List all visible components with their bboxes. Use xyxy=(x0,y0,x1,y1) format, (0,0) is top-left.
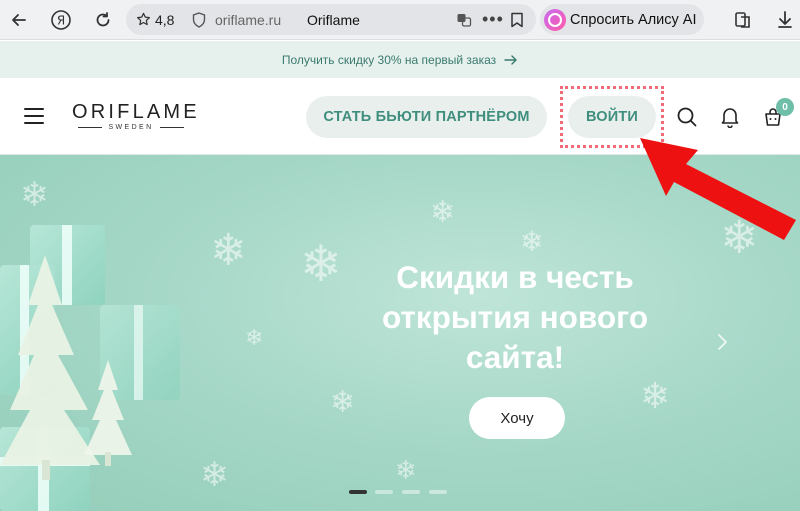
url-text[interactable]: oriflame.ru xyxy=(215,4,281,35)
alice-label: Спросить Алису AI xyxy=(570,11,697,28)
hero-title-line: открытия нового xyxy=(381,299,649,335)
yandex-icon[interactable]: Я xyxy=(47,6,75,34)
more-icon[interactable]: ••• xyxy=(482,4,504,35)
reload-icon[interactable] xyxy=(89,6,117,34)
download-icon[interactable] xyxy=(771,6,799,34)
hero-title-line: Скидки в честь xyxy=(396,259,634,295)
rating-value: 4,8 xyxy=(155,11,175,28)
snowflake-icon: ❄ xyxy=(330,386,356,419)
snowflake-icon: ❄ xyxy=(395,455,417,485)
search-icon[interactable] xyxy=(674,104,700,130)
collections-icon[interactable] xyxy=(729,6,757,34)
carousel-dot[interactable] xyxy=(349,490,367,494)
tab-title: Oriflame xyxy=(307,11,360,28)
browser-toolbar: Я 4,8 oriflame.ru Oriflame ••• Спросить … xyxy=(0,0,800,40)
menu-icon[interactable] xyxy=(22,104,46,128)
site-rating[interactable]: 4,8 xyxy=(136,4,174,35)
snowflake-icon: ❄ xyxy=(520,226,544,257)
arrow-right-icon xyxy=(504,54,518,66)
carousel-dot[interactable] xyxy=(402,490,420,494)
translate-icon[interactable] xyxy=(456,4,472,35)
snowflake-icon: ❄ xyxy=(300,236,342,292)
snowflake-icon: ❄ xyxy=(245,325,264,350)
ask-alice-button[interactable]: Спросить Алису AI xyxy=(540,4,704,35)
snowflake-icon: ❄ xyxy=(20,176,49,214)
snowflake-icon: ❄ xyxy=(430,196,456,229)
logo-subtitle: SWEDEN xyxy=(72,124,190,131)
snowflake-icon: ❄ xyxy=(210,226,247,275)
hero-title-line: сайта! xyxy=(465,339,565,375)
carousel-dot[interactable] xyxy=(375,490,393,494)
bell-icon[interactable] xyxy=(717,104,743,130)
red-pointer-arrow-icon xyxy=(640,138,796,240)
hero-title: Скидки в честь открытия нового сайта! xyxy=(340,257,690,377)
snowflake-icon: ❄ xyxy=(640,375,671,416)
shield-icon[interactable] xyxy=(192,4,206,35)
hero-cta-button[interactable]: Хочу xyxy=(469,397,565,439)
logo-wordmark: ORIFLAME xyxy=(72,101,200,123)
become-partner-button[interactable]: СТАТЬ БЬЮТИ ПАРТНЁРОМ xyxy=(306,96,547,138)
bookmark-icon[interactable] xyxy=(510,4,524,35)
carousel-dot[interactable] xyxy=(429,490,447,494)
star-icon xyxy=(136,12,151,26)
cart-count-badge: 0 xyxy=(776,98,794,116)
address-bar[interactable]: 4,8 oriflame.ru Oriflame ••• xyxy=(126,4,536,35)
oriflame-logo[interactable]: ORIFLAME SWEDEN xyxy=(72,101,200,134)
chevron-right-icon[interactable] xyxy=(712,330,732,354)
promo-banner[interactable]: Получить скидку 30% на первый заказ xyxy=(0,41,800,78)
snowflake-icon: ❄ xyxy=(200,456,229,494)
back-icon[interactable] xyxy=(5,6,33,34)
alice-icon xyxy=(544,8,566,31)
svg-text:Я: Я xyxy=(57,14,65,28)
promo-text[interactable]: Получить скидку 30% на первый заказ xyxy=(282,53,496,67)
christmas-tree-image xyxy=(84,360,132,466)
